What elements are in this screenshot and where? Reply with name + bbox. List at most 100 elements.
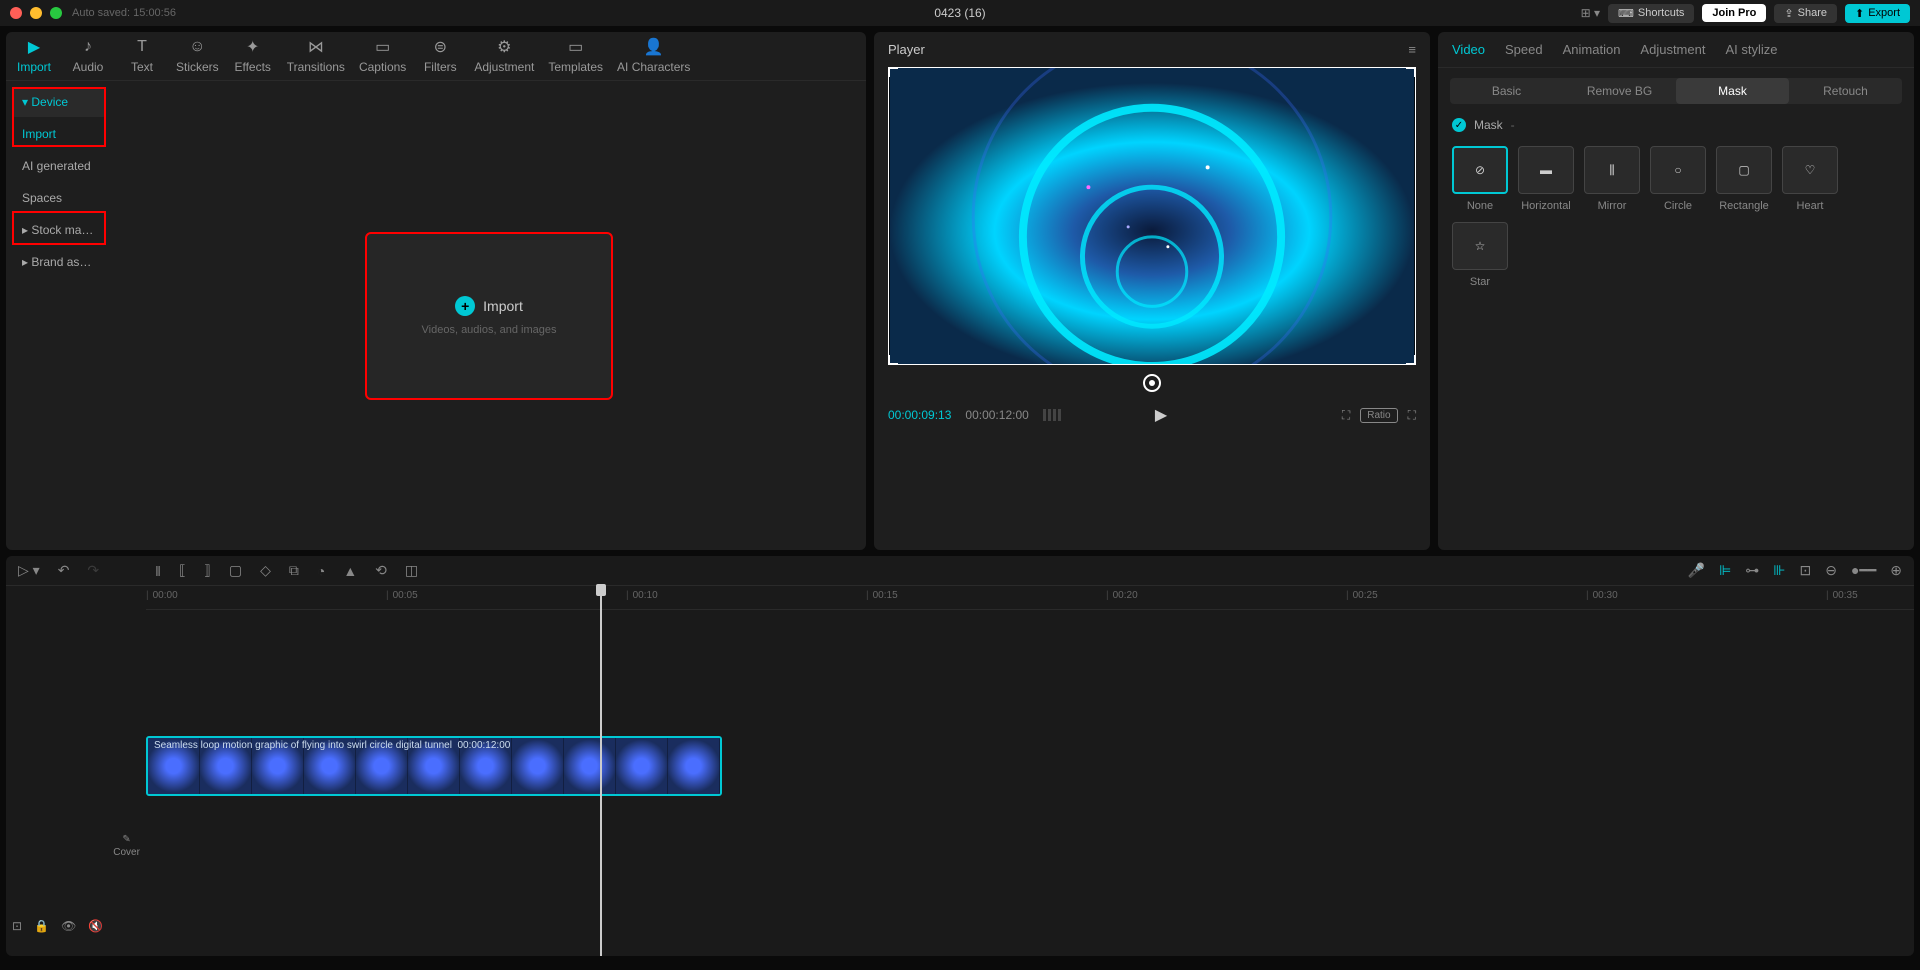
timeline-panel: ▷ ▾ ↶ ↷ ‖ ⟦ ⟧ ▢ ◇ ⧉ ◔ ▲ ⟲ ◫ 🎤 ⊫ ⊶ ⊪ ⊡ ⊖ … — [6, 556, 1914, 956]
ruler-tick: 00:05 — [386, 590, 418, 601]
sidebar-item-device[interactable]: ▾ Device — [12, 87, 106, 117]
delete-tool[interactable]: ▢ — [229, 562, 242, 579]
sub-tab-basic[interactable]: Basic — [1450, 78, 1563, 104]
link-tool[interactable]: ⊶ — [1745, 562, 1759, 579]
crop-tool[interactable]: ◫ — [405, 562, 418, 579]
video-clip[interactable]: Seamless loop motion graphic of flying i… — [146, 736, 722, 796]
mask-circle[interactable]: ○Circle — [1650, 146, 1706, 212]
player-title: Player — [888, 42, 925, 57]
prop-tab-adjustment[interactable]: Adjustment — [1640, 42, 1705, 57]
split-tool[interactable]: ‖ — [155, 563, 161, 579]
share-button[interactable]: ⇪ Share — [1774, 4, 1837, 23]
close-icon[interactable] — [10, 7, 22, 19]
tool-effects[interactable]: ✦Effects — [233, 38, 273, 74]
prop-tab-ai-stylize[interactable]: AI stylize — [1725, 42, 1777, 57]
tool-captions[interactable]: ▭Captions — [359, 38, 406, 74]
tool-filters[interactable]: ⊜Filters — [420, 38, 460, 74]
visibility-icon[interactable]: 👁 — [61, 919, 76, 933]
sub-tab-retouch[interactable]: Retouch — [1789, 78, 1902, 104]
tool-text[interactable]: TText — [122, 38, 162, 74]
player-menu-icon[interactable]: ≡ — [1408, 42, 1416, 57]
split-right-tool[interactable]: ⟧ — [204, 562, 211, 579]
properties-panel: VideoSpeedAnimationAdjustmentAI stylize … — [1438, 32, 1914, 550]
sidebar-item-ai-generated[interactable]: AI generated — [12, 151, 106, 181]
tool-adjustment[interactable]: ⚙Adjustment — [474, 38, 534, 74]
mask-horizontal[interactable]: ▬Horizontal — [1518, 146, 1574, 212]
sub-tab-mask[interactable]: Mask — [1676, 78, 1789, 104]
sub-tab-remove-bg[interactable]: Remove BG — [1563, 78, 1676, 104]
ruler-tick: 00:20 — [1106, 590, 1138, 601]
minimize-icon[interactable] — [30, 7, 42, 19]
prop-tab-video[interactable]: Video — [1452, 42, 1485, 57]
sidebar-item-import[interactable]: Import — [12, 119, 106, 149]
import-label: Import — [483, 298, 523, 314]
video-preview[interactable] — [888, 67, 1416, 365]
zoom-in[interactable]: ⊕ — [1890, 562, 1902, 579]
mute-icon[interactable]: 🔇 — [88, 919, 103, 933]
preview-tool[interactable]: ⊡ — [1799, 562, 1811, 579]
lock-icon[interactable]: 🔒 — [34, 919, 49, 933]
import-dropzone[interactable]: + Import Videos, audios, and images — [365, 232, 613, 400]
mask-rectangle[interactable]: ▢Rectangle — [1716, 146, 1772, 212]
rotate-tool[interactable]: ⟲ — [375, 562, 387, 579]
pointer-tool[interactable]: ▷ ▾ — [18, 562, 40, 579]
ratio-button[interactable]: Ratio — [1360, 408, 1397, 423]
import-subtitle: Videos, audios, and images — [422, 324, 557, 336]
split-left-tool[interactable]: ⟦ — [179, 562, 186, 579]
ruler-tick: 00:15 — [866, 590, 898, 601]
prop-tab-animation[interactable]: Animation — [1563, 42, 1621, 57]
anchor-icon[interactable] — [1143, 374, 1161, 392]
snap-tool[interactable]: ⊪ — [1773, 562, 1785, 579]
prop-tab-speed[interactable]: Speed — [1505, 42, 1543, 57]
zoom-slider[interactable]: ●━━ — [1851, 562, 1876, 579]
crop-icon[interactable]: ⛶ — [1342, 408, 1350, 423]
join-pro-button[interactable]: Join Pro — [1702, 4, 1766, 22]
group-tool[interactable]: ⧉ — [289, 562, 299, 579]
maximize-icon[interactable] — [50, 7, 62, 19]
fullscreen-icon[interactable]: ⛶ — [1408, 408, 1416, 423]
mask-star[interactable]: ☆Star — [1452, 222, 1508, 288]
ruler-tick: 00:00 — [146, 590, 178, 601]
playhead[interactable] — [600, 586, 602, 956]
tool-ai-characters[interactable]: 👤AI Characters — [617, 38, 690, 74]
ruler-tick: 00:30 — [1586, 590, 1618, 601]
sidebar-item-stock-mate-[interactable]: ▸ Stock mate... — [12, 215, 106, 245]
redo-button[interactable]: ↷ — [87, 562, 99, 579]
ruler-tick: 00:35 — [1826, 590, 1858, 601]
tool-audio[interactable]: ♪Audio — [68, 38, 108, 74]
layout-icon[interactable]: ⊞ ▾ — [1581, 6, 1600, 20]
mask-heart[interactable]: ♡Heart — [1782, 146, 1838, 212]
tool-import[interactable]: ▶Import — [14, 38, 54, 74]
marker-tool[interactable]: ◇ — [260, 562, 271, 579]
mirror-tool[interactable]: ▲ — [343, 563, 357, 579]
duration: 00:00:12:00 — [965, 408, 1028, 422]
ruler-tick: 00:10 — [626, 590, 658, 601]
tool-templates[interactable]: ▭Templates — [548, 38, 603, 74]
tool-transitions[interactable]: ⋈Transitions — [287, 38, 345, 74]
ruler-tick: 00:25 — [1346, 590, 1378, 601]
export-button[interactable]: ⬆ Export — [1845, 4, 1910, 23]
media-panel: ▶Import ♪Audio TText ☺Stickers ✦Effects ⋈Tran… — [6, 32, 866, 550]
mask-toggle[interactable]: ✓ — [1452, 118, 1466, 132]
magnet-tool[interactable]: ⊫ — [1719, 562, 1731, 579]
sidebar-item-brand-assets[interactable]: ▸ Brand assets — [12, 247, 106, 277]
speed-tool[interactable]: ◔ — [317, 563, 325, 579]
project-title: 0423 (16) — [934, 6, 985, 20]
expand-icon[interactable]: ⊡ — [12, 919, 22, 933]
play-button[interactable]: ▶ — [1155, 405, 1167, 425]
tool-stickers[interactable]: ☺Stickers — [176, 38, 219, 74]
window-controls[interactable] — [10, 7, 62, 19]
autosave-status: Auto saved: 15:00:56 — [72, 7, 176, 19]
zoom-out[interactable]: ⊖ — [1825, 562, 1837, 579]
undo-button[interactable]: ↶ — [58, 562, 70, 579]
mic-icon[interactable]: 🎤 — [1688, 562, 1705, 579]
mask-heading: Mask — [1474, 118, 1503, 132]
mask-mirror[interactable]: ⫼Mirror — [1584, 146, 1640, 212]
shortcuts-button[interactable]: ⌨ Shortcuts — [1608, 4, 1694, 23]
mask-none[interactable]: ⊘None — [1452, 146, 1508, 212]
current-time: 00:00:09:13 — [888, 408, 951, 422]
cover-button[interactable]: ✎Cover — [113, 834, 140, 858]
sidebar-item-spaces[interactable]: Spaces — [12, 183, 106, 213]
plus-icon: + — [455, 296, 475, 316]
player-panel: Player ≡ — [874, 32, 1430, 550]
